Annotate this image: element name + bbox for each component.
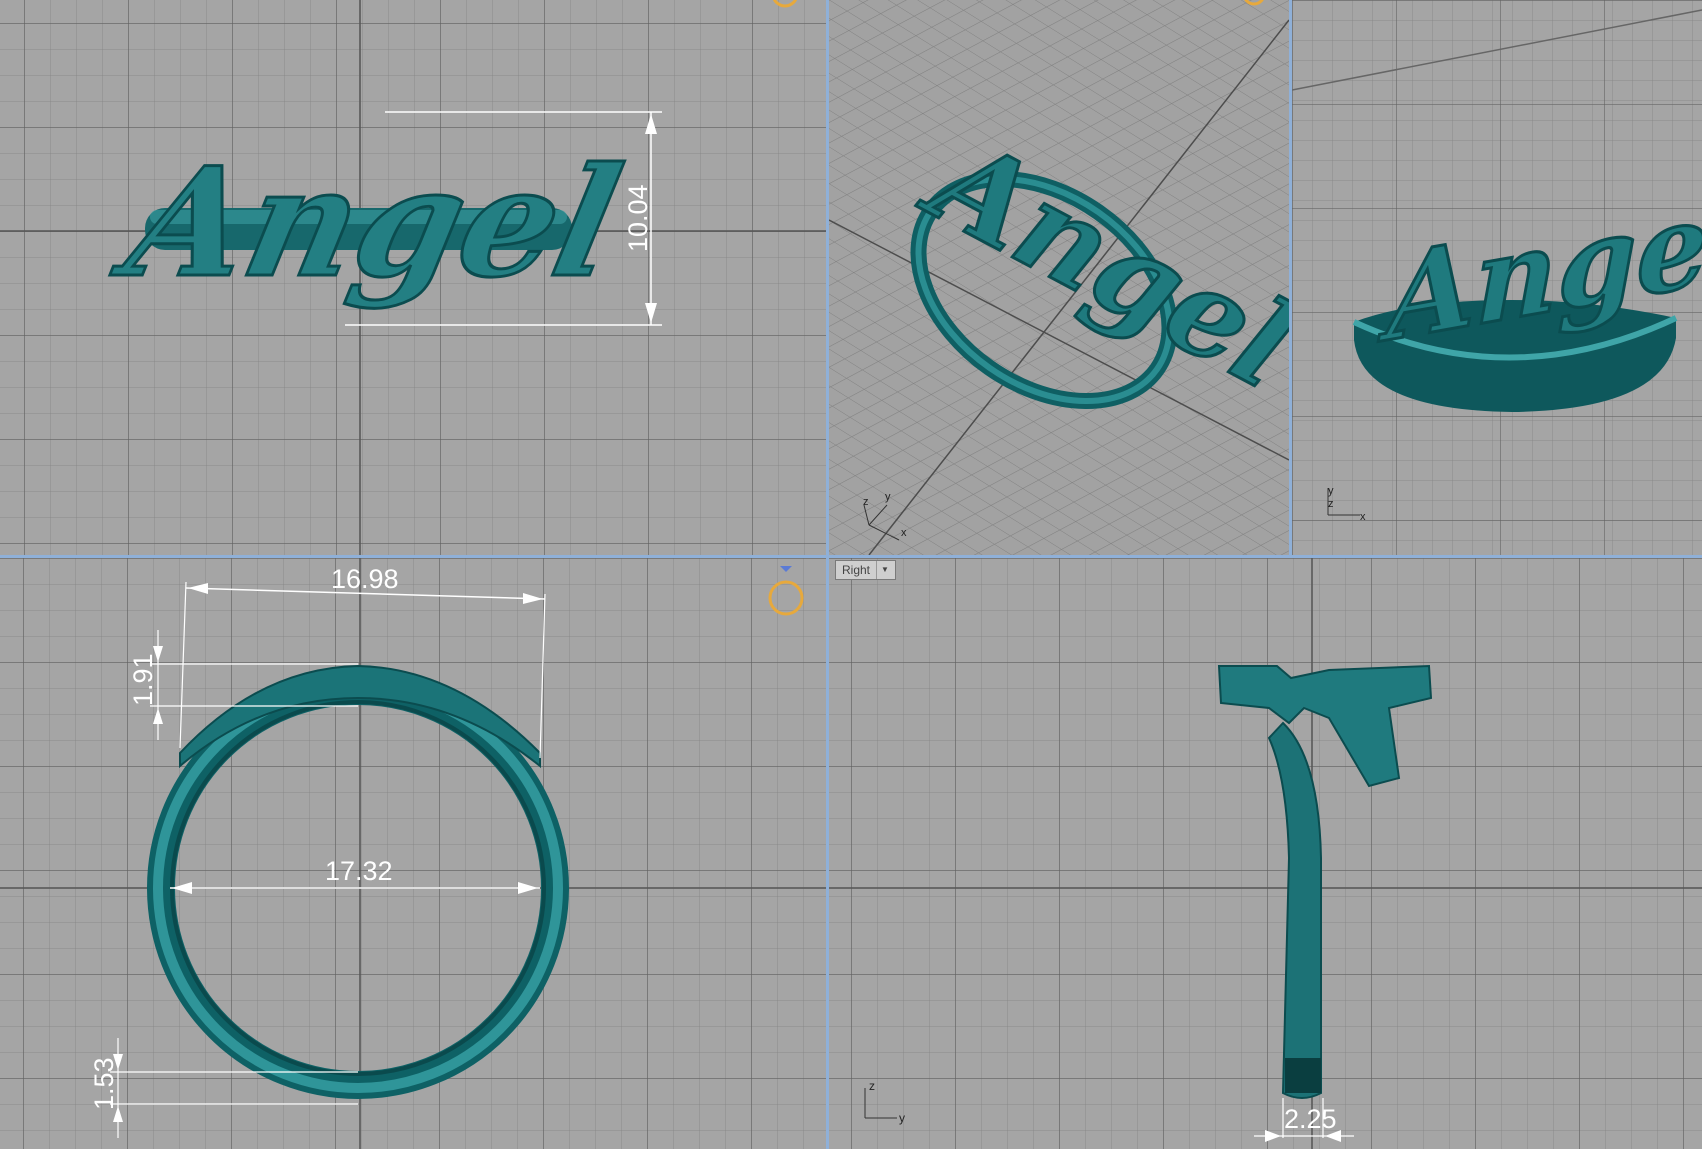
dim-height-label: 10.04 — [623, 184, 653, 252]
viewport-right[interactable]: Right ▼ 2.25 z y — [829, 558, 1702, 1149]
axis-y-label-right: y — [899, 1111, 905, 1125]
ring-profile-top — [1217, 664, 1433, 788]
viewport-perspective[interactable]: Angel z y x — [829, 0, 1289, 555]
dim-top-thickness-label: 1.91 — [128, 653, 158, 706]
axis-z-label-2: z — [1328, 498, 1334, 510]
viewport-divider-vertical-2[interactable] — [1289, 0, 1292, 555]
viewport-divider-vertical[interactable] — [826, 0, 829, 1149]
dim-inner-diameter-label: 17.32 — [325, 856, 393, 886]
dim-bottom-thickness-label: 1.53 — [89, 1057, 119, 1110]
right-view-canvas: 2.25 z y — [829, 558, 1702, 1149]
viewport-divider-horizontal[interactable] — [0, 555, 1702, 558]
dim-width-label: 16.98 — [331, 564, 399, 594]
ring-profile-shank — [1267, 721, 1322, 1099]
axis-x-label-2: x — [1360, 511, 1366, 523]
viewport-top[interactable]: Angel 10.04 — [0, 0, 826, 555]
perspective-2-canvas: Angel y z x — [1292, 9, 1702, 523]
front-view-canvas: 16.98 17.32 1.91 1.53 — [0, 558, 826, 1149]
perspective-canvas: Angel z y x — [829, 0, 1289, 555]
axis-y-label: y — [885, 491, 891, 503]
dim-shank-width-label: 2.25 — [1284, 1104, 1337, 1134]
viewport-perspective-2[interactable]: Angel y z x — [1292, 0, 1702, 555]
viewport-front[interactable]: 16.98 17.32 1.91 1.53 — [0, 558, 826, 1149]
ring-engraving-text: Angel — [102, 135, 634, 311]
axis-y-label-2: y — [1328, 485, 1334, 497]
axis-z-label: z — [863, 496, 869, 508]
axis-x-label: x — [901, 527, 907, 539]
top-view-canvas: Angel 10.04 — [0, 0, 826, 555]
axis-z-label-right: z — [869, 1079, 875, 1093]
